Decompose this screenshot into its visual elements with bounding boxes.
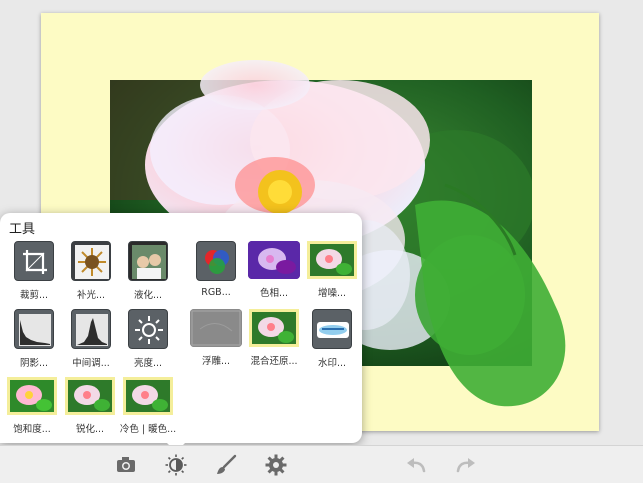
tool-label: RGB... (201, 287, 231, 298)
camera-icon[interactable] (115, 454, 137, 476)
tool-label: 饱和度... (13, 424, 51, 435)
noise-preview-icon (307, 241, 357, 279)
tool-fill-light[interactable]: 补光... (61, 241, 121, 301)
gear-icon[interactable] (265, 454, 287, 476)
tool-label: 浮雕... (201, 356, 231, 367)
tool-shadows[interactable]: 阴影... (4, 309, 64, 369)
brightness-icon[interactable] (165, 454, 187, 476)
saturation-preview-icon (7, 377, 57, 415)
tool-label: 冷色 | 暖色... (119, 424, 177, 435)
tool-blend-restore[interactable]: 混合还原... (244, 309, 304, 367)
tool-midtones[interactable]: 中间调... (61, 309, 121, 369)
tool-add-noise[interactable]: 增噪... (302, 241, 362, 299)
sun-glow-icon (71, 241, 111, 281)
cool-warm-preview-icon (123, 377, 173, 415)
tool-panel: 工具 裁剪... 补光... 液化... RGB... 色相... 增噪... … (0, 213, 362, 452)
tool-sharpen[interactable]: 锐化... (60, 377, 120, 435)
tool-label: 液化... (133, 290, 163, 301)
brush-icon[interactable] (215, 454, 237, 476)
bottom-toolbar (0, 445, 643, 483)
tool-label: 裁剪... (19, 290, 49, 301)
tool-rgb[interactable]: RGB... (186, 241, 246, 298)
blend-preview-icon (249, 309, 299, 347)
tool-brightness[interactable]: 亮度... (118, 309, 178, 369)
tool-label: 亮度... (133, 358, 163, 369)
sharpen-preview-icon (65, 377, 115, 415)
crop-icon (14, 241, 54, 281)
tool-label: 补光... (76, 290, 106, 301)
hue-preview-icon (248, 241, 300, 279)
redo-icon[interactable] (455, 454, 477, 476)
tool-label: 中间调... (72, 358, 110, 369)
panel-title: 工具 (9, 222, 36, 237)
tool-liquify[interactable]: 液化... (118, 241, 178, 301)
tool-label: 混合还原... (250, 356, 298, 367)
tool-cool-warm[interactable]: 冷色 | 暖色... (118, 377, 178, 435)
undo-icon[interactable] (405, 454, 427, 476)
tool-label: 锐化... (75, 424, 105, 435)
rgb-circles-icon (196, 241, 236, 281)
tool-hue[interactable]: 色相... (244, 241, 304, 299)
histogram-icon (71, 309, 111, 349)
tool-label: 阴影... (19, 358, 49, 369)
sun-icon (128, 309, 168, 349)
emboss-preview-icon (190, 309, 242, 347)
histogram-icon (14, 309, 54, 349)
tool-label: 色相... (259, 288, 289, 299)
watermark-logo-icon (312, 309, 352, 349)
tool-watermark[interactable]: 水印... (302, 309, 362, 369)
tool-crop[interactable]: 裁剪... (4, 241, 64, 301)
tool-label: 水印... (317, 358, 347, 369)
tool-saturation[interactable]: 饱和度... (2, 377, 62, 435)
photo-thumbnail-icon (128, 241, 168, 281)
tool-emboss[interactable]: 浮雕... (186, 309, 246, 367)
tool-label: 增噪... (317, 288, 347, 299)
